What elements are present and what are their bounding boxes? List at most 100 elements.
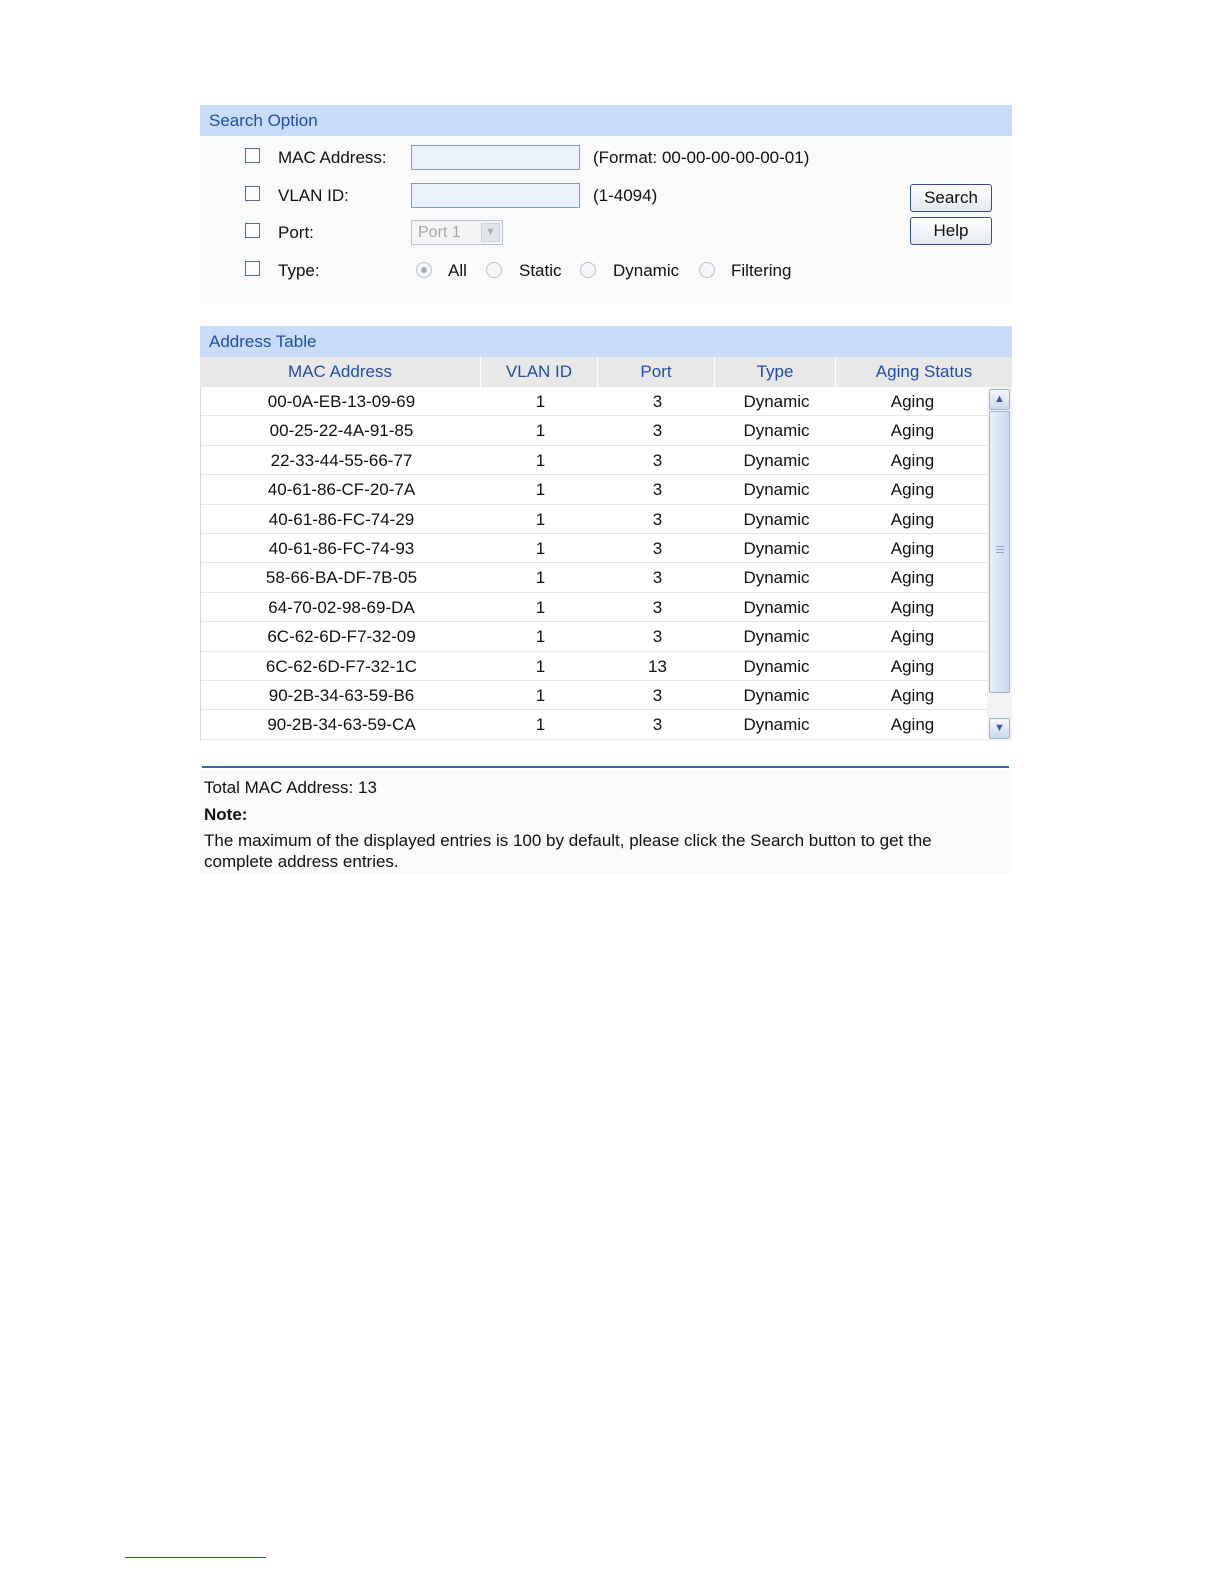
table-header: MAC Address VLAN ID Port Type Aging Stat…: [200, 357, 1012, 387]
type-cell: Dynamic: [743, 656, 810, 676]
port-cell: 3: [652, 421, 663, 441]
mac-address-cell: 6C-62-6D-F7-32-1C: [265, 656, 418, 676]
type-cell: Dynamic: [743, 627, 810, 647]
port-cell: 3: [652, 568, 663, 588]
column-header-vlan-id[interactable]: VLAN ID: [481, 357, 598, 387]
type-cell: Dynamic: [743, 568, 810, 588]
table-row[interactable]: 40-61-86-CF-20-7A 1 3 Dynamic Aging: [201, 475, 987, 505]
vlan-id-cell: 1: [535, 715, 546, 735]
chevron-down-icon[interactable]: ▼: [989, 718, 1010, 739]
chevron-down-icon: ▼: [481, 223, 500, 242]
port-cell: 3: [652, 627, 663, 647]
type-radio-static[interactable]: [486, 262, 502, 278]
aging-status-cell: Aging: [890, 421, 935, 441]
column-header-type[interactable]: Type: [715, 357, 836, 387]
chevron-up-icon[interactable]: ▲: [989, 389, 1010, 410]
type-cell: Dynamic: [743, 450, 810, 470]
mac-address-input[interactable]: [411, 145, 580, 170]
table-row[interactable]: 00-25-22-4A-91-85 1 3 Dynamic Aging: [201, 416, 987, 446]
column-header-aging-status[interactable]: Aging Status: [836, 357, 1012, 387]
type-radio-dynamic-label: Dynamic: [613, 261, 680, 280]
vlan-id-cell: 1: [535, 568, 546, 588]
aging-status-cell: Aging: [890, 685, 935, 705]
note-text-line-1: The maximum of the displayed entries is …: [204, 831, 932, 850]
vlan-id-cell: 1: [535, 509, 546, 529]
note-text-line-2: complete address entries.: [204, 852, 399, 871]
table-scrollbar[interactable]: ▲ ▼: [987, 387, 1012, 741]
mac-address-cell: 40-61-86-FC-74-93: [268, 538, 415, 558]
address-table-title: Address Table: [200, 326, 1012, 357]
search-button[interactable]: Search: [910, 184, 992, 212]
aging-status-cell: Aging: [890, 597, 935, 617]
port-row: Port: Port 1 ▼: [200, 220, 1012, 246]
type-cell: Dynamic: [743, 392, 810, 411]
type-radio-filtering-label: Filtering: [731, 261, 792, 280]
mac-address-cell: 40-61-86-FC-74-29: [268, 509, 415, 529]
port-cell: 3: [652, 450, 663, 470]
mac-address-label: MAC Address:: [278, 148, 387, 167]
type-checkbox[interactable]: [245, 261, 260, 276]
mac-address-cell: 90-2B-34-63-59-B6: [268, 685, 415, 705]
vlan-id-cell: 1: [535, 538, 546, 558]
footnote-divider: [125, 1557, 266, 1558]
vlan-id-checkbox[interactable]: [245, 186, 260, 201]
search-option-title: Search Option: [200, 105, 1012, 136]
aging-status-cell: Aging: [890, 568, 935, 588]
type-radio-all[interactable]: [416, 262, 432, 278]
table-row[interactable]: 58-66-BA-DF-7B-05 1 3 Dynamic Aging: [201, 563, 987, 593]
port-select-value: Port 1: [418, 224, 461, 241]
mac-address-cell: 90-2B-34-63-59-CA: [267, 715, 416, 735]
type-radio-all-label: All: [448, 261, 467, 280]
grip-icon: [996, 546, 1004, 555]
divider: [202, 766, 1009, 768]
table-row[interactable]: 90-2B-34-63-59-B6 1 3 Dynamic Aging: [201, 681, 987, 711]
type-radio-dynamic[interactable]: [580, 262, 596, 278]
port-cell: 3: [652, 392, 663, 411]
mac-address-cell: 64-70-02-98-69-DA: [268, 597, 415, 617]
table-row[interactable]: 90-2B-34-63-59-CA 1 3 Dynamic Aging: [201, 710, 987, 740]
table-row[interactable]: 64-70-02-98-69-DA 1 3 Dynamic Aging: [201, 593, 987, 623]
help-button[interactable]: Help: [910, 217, 992, 245]
mac-address-cell: 00-25-22-4A-91-85: [269, 421, 414, 441]
type-cell: Dynamic: [743, 480, 810, 500]
table-row[interactable]: 40-61-86-FC-74-93 1 3 Dynamic Aging: [201, 534, 987, 564]
aging-status-cell: Aging: [890, 480, 935, 500]
type-cell: Dynamic: [743, 509, 810, 529]
aging-status-cell: Aging: [890, 509, 935, 529]
vlan-id-row: VLAN ID: (1-4094): [200, 183, 1012, 209]
type-radio-filtering[interactable]: [699, 262, 715, 278]
mac-address-hint: (Format: 00-00-00-00-00-01): [593, 148, 810, 167]
note-panel: Total MAC Address: 13 Note: The maximum …: [200, 770, 1012, 874]
vlan-id-input[interactable]: [411, 183, 580, 208]
type-cell: Dynamic: [743, 715, 810, 735]
port-cell: 3: [652, 480, 663, 500]
type-cell: Dynamic: [743, 597, 810, 617]
vlan-id-label: VLAN ID:: [278, 186, 349, 205]
mac-address-row: MAC Address: (Format: 00-00-00-00-00-01): [200, 145, 1012, 171]
table-row[interactable]: 6C-62-6D-F7-32-1C 1 13 Dynamic Aging: [201, 652, 987, 681]
vlan-id-cell: 1: [535, 450, 546, 470]
aging-status-cell: Aging: [890, 715, 935, 735]
table-row[interactable]: 00-0A-EB-13-09-69 1 3 Dynamic Aging: [201, 387, 987, 417]
port-cell: 3: [652, 685, 663, 705]
port-cell: 3: [652, 538, 663, 558]
type-row: Type: All Static Dynamic Filtering: [200, 258, 1012, 284]
table-row[interactable]: 22-33-44-55-66-77 1 3 Dynamic Aging: [201, 446, 987, 476]
table-row[interactable]: 6C-62-6D-F7-32-09 1 3 Dynamic Aging: [201, 622, 987, 652]
scrollbar-thumb[interactable]: [989, 411, 1010, 693]
type-radio-static-label: Static: [519, 261, 562, 280]
aging-status-cell: Aging: [890, 538, 935, 558]
mac-address-cell: 00-0A-EB-13-09-69: [267, 392, 416, 411]
column-header-port[interactable]: Port: [598, 357, 715, 387]
port-cell: 3: [652, 597, 663, 617]
vlan-id-cell: 1: [535, 656, 546, 676]
table-body[interactable]: 00-0A-EB-13-09-69 1 3 Dynamic Aging 00-25-22-…: [200, 387, 987, 741]
total-mac-address: Total MAC Address: 13: [204, 778, 377, 797]
column-header-mac-address[interactable]: MAC Address: [200, 357, 481, 387]
aging-status-cell: Aging: [890, 627, 935, 647]
port-checkbox[interactable]: [245, 223, 260, 238]
mac-address-checkbox[interactable]: [245, 148, 260, 163]
address-table-panel: Address Table MAC Address VLAN ID Port T…: [200, 326, 1012, 742]
port-select[interactable]: Port 1 ▼: [411, 220, 503, 245]
table-row[interactable]: 40-61-86-FC-74-29 1 3 Dynamic Aging: [201, 505, 987, 534]
